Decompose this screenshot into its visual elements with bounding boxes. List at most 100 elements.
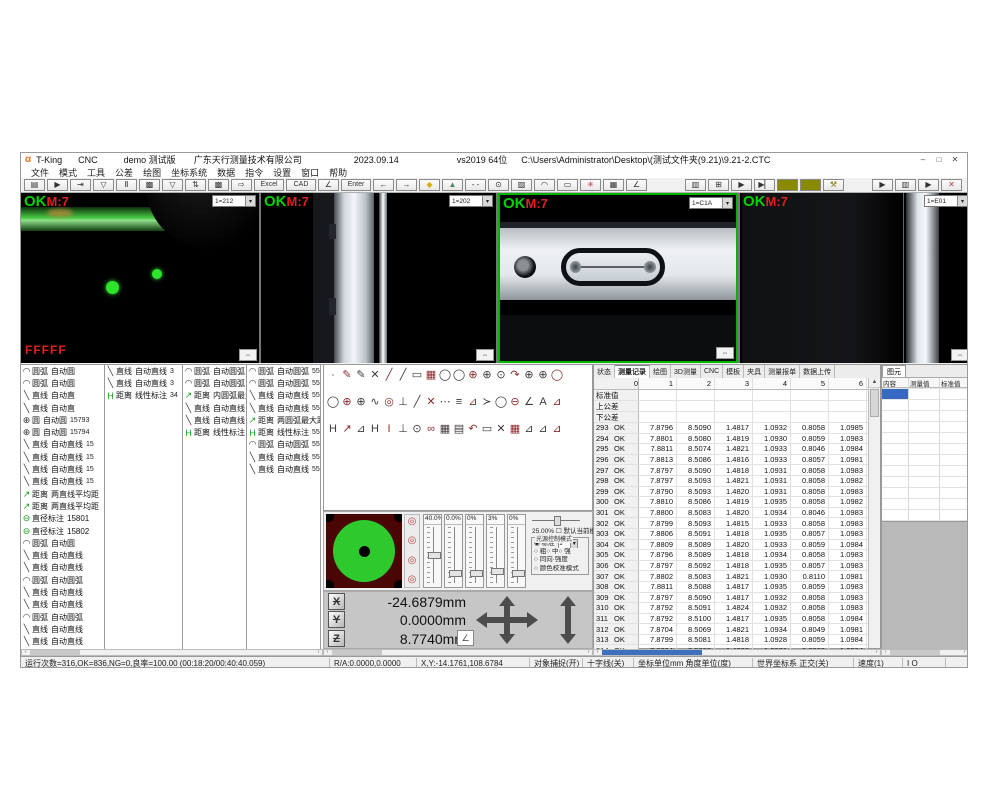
- list-item[interactable]: ╲直线自动直线15: [21, 463, 104, 475]
- probe-button[interactable]: ▽: [93, 179, 114, 191]
- tool-icon[interactable]: ⊕: [466, 369, 480, 382]
- list-item[interactable]: ╲直线自动直线15: [21, 451, 104, 463]
- list-item[interactable]: ⊖直径标注15801: [21, 513, 104, 525]
- scroll-right-icon[interactable]: ›: [873, 650, 880, 655]
- light-segment-button[interactable]: ◎: [408, 556, 417, 566]
- tab-CNC[interactable]: CNC: [701, 365, 723, 378]
- menu-item-3[interactable]: 公差: [115, 166, 133, 179]
- open-button[interactable]: ▶: [47, 179, 68, 191]
- axis-y-button[interactable]: Y: [328, 611, 345, 628]
- minimize-button[interactable]: –: [915, 154, 931, 165]
- tool-icon[interactable]: ▦: [438, 423, 452, 436]
- tool-icon[interactable]: ▤: [452, 423, 466, 436]
- table-row[interactable]: 308OK7.88118.50881.48171.09350.80591.098…: [594, 582, 869, 593]
- list-item[interactable]: ╲直线自动直: [21, 390, 104, 402]
- tool-icon[interactable]: ✎: [340, 369, 354, 382]
- camera-channel-dropdown[interactable]: 1=E01▾: [924, 195, 968, 207]
- pause-button[interactable]: ▮▮: [800, 179, 821, 191]
- list-item[interactable]: ╲直线自动直线55: [247, 390, 320, 402]
- camera-view-1[interactable]: OKM:71=212▾FFFFF⇔: [21, 193, 259, 363]
- measure-button[interactable]: ∠: [318, 179, 339, 191]
- enter-button[interactable]: Enter: [341, 179, 371, 191]
- table-row[interactable]: 309OK7.87978.50901.48171.09320.80581.098…: [594, 593, 869, 604]
- save-program-button[interactable]: ▥: [685, 179, 706, 191]
- list-item[interactable]: ╲直线自动直线: [21, 586, 104, 598]
- menu-item-5[interactable]: 坐标系统: [171, 166, 207, 179]
- tool-icon[interactable]: ⊕: [536, 369, 550, 382]
- element-row[interactable]: [882, 466, 968, 477]
- list-item[interactable]: ╲直线自动直线55: [247, 463, 320, 475]
- menu-item-1[interactable]: 模式: [59, 166, 77, 179]
- tile-button[interactable]: ⊞: [708, 179, 729, 191]
- list-item[interactable]: ◠圆弧自动圆弧55: [247, 439, 320, 451]
- camera-channel-dropdown[interactable]: 1=212▾: [212, 195, 256, 207]
- light-slider-2[interactable]: 0.0%: [444, 514, 463, 588]
- list-item[interactable]: ╲直线自动直线3: [105, 365, 182, 377]
- tool-icon[interactable]: ╱: [410, 396, 424, 409]
- element-row[interactable]: [882, 422, 968, 433]
- table-row[interactable]: 305OK7.87968.50891.48181.09340.80581.098…: [594, 550, 869, 561]
- menu-item-8[interactable]: 设置: [273, 166, 291, 179]
- list-item[interactable]: ╲直线自动直线55: [183, 414, 246, 426]
- tool-icon[interactable]: ∞: [424, 423, 438, 436]
- element-row[interactable]: [882, 477, 968, 488]
- list-item[interactable]: ◠圆弧自动圆弧55: [247, 365, 320, 377]
- camera-resize-icon[interactable]: ⇔: [951, 349, 968, 361]
- table-row[interactable]: 301OK7.88008.50831.48201.09340.80461.098…: [594, 508, 869, 519]
- light-slider-4[interactable]: 3%: [486, 514, 505, 588]
- list-item[interactable]: ╲直线自动直线15: [21, 439, 104, 451]
- element-row[interactable]: [882, 389, 968, 400]
- table-row[interactable]: 302OK7.87998.50931.48151.09330.80581.098…: [594, 518, 869, 529]
- light-slider-1[interactable]: 40.0%: [423, 514, 442, 588]
- panel-hscrollbar[interactable]: ‹›: [593, 649, 881, 656]
- save-button[interactable]: ▤: [24, 179, 45, 191]
- dash-button[interactable]: - -: [465, 179, 486, 191]
- table-row[interactable]: 312OK7.87048.50691.48211.09340.80491.098…: [594, 624, 869, 635]
- tab-状态[interactable]: 状态: [594, 365, 615, 378]
- table-row[interactable]: 311OK7.87928.51001.48171.09350.80581.098…: [594, 614, 869, 625]
- cad-button[interactable]: CAD: [286, 179, 316, 191]
- table-row[interactable]: 295OK7.88118.50741.48211.09330.80461.098…: [594, 444, 869, 455]
- excel-export-button[interactable]: Excel: [254, 179, 284, 191]
- tab-模板[interactable]: 模板: [723, 365, 744, 378]
- tool-icon[interactable]: ▦: [508, 423, 522, 436]
- tool-icon[interactable]: ✕: [424, 396, 438, 409]
- table-row[interactable]: 296OK7.88138.50861.48161.09330.80571.098…: [594, 455, 869, 466]
- menu-item-6[interactable]: 数据: [217, 166, 235, 179]
- light-segment-button[interactable]: ◎: [408, 536, 417, 546]
- tool-icon[interactable]: ⋯: [438, 396, 452, 409]
- tool-icon[interactable]: ⊿: [536, 423, 550, 436]
- slider-thumb[interactable]: [449, 570, 462, 577]
- list-item[interactable]: ◠圆弧自动圆弧55: [247, 377, 320, 389]
- list-item[interactable]: ╲直线自动直线55: [247, 402, 320, 414]
- scroll-thumb[interactable]: [332, 650, 382, 655]
- element-row[interactable]: [882, 400, 968, 411]
- element-row[interactable]: [882, 433, 968, 444]
- table-row[interactable]: 304OK7.88098.50891.48201.09330.80591.098…: [594, 540, 869, 551]
- table-row[interactable]: 293OK7.87968.50901.48171.09320.80581.098…: [594, 423, 869, 434]
- tool-icon[interactable]: ⊖: [508, 396, 522, 409]
- panel-hscrollbar[interactable]: ‹›: [323, 649, 593, 656]
- gray-image-button[interactable]: ▩: [208, 179, 229, 191]
- camera-view-2[interactable]: OKM:71=202▾⇔: [261, 193, 496, 363]
- tool-icon[interactable]: ╱: [382, 369, 396, 382]
- jog-y-arrows[interactable]: [499, 596, 515, 644]
- tool-icon[interactable]: ✎: [354, 369, 368, 382]
- camera-resize-icon[interactable]: ⇔: [239, 349, 257, 361]
- forward-button[interactable]: →: [396, 179, 417, 191]
- tool-icon[interactable]: ⊿: [550, 423, 564, 436]
- element-row[interactable]: [882, 488, 968, 499]
- list-item[interactable]: ◠圆弧自动圆: [21, 365, 104, 377]
- table-row[interactable]: 298OK7.87978.50931.48211.09310.80581.098…: [594, 476, 869, 487]
- tab-绘图[interactable]: 绘图: [650, 365, 671, 378]
- tool-icon[interactable]: ⊥: [396, 423, 410, 436]
- maximize-button[interactable]: □: [931, 154, 947, 165]
- table-row[interactable]: 307OK7.88028.50831.48211.09300.81101.098…: [594, 571, 869, 582]
- pattern-button[interactable]: ▨: [511, 179, 532, 191]
- open-secondary-button[interactable]: ▶: [918, 179, 939, 191]
- updown-button[interactable]: ⇅: [185, 179, 206, 191]
- menu-item-10[interactable]: 帮助: [329, 166, 347, 179]
- list-item[interactable]: ╲直线自动直线: [21, 599, 104, 611]
- terrain-button[interactable]: ▲: [442, 179, 463, 191]
- menu-item-4[interactable]: 绘图: [143, 166, 161, 179]
